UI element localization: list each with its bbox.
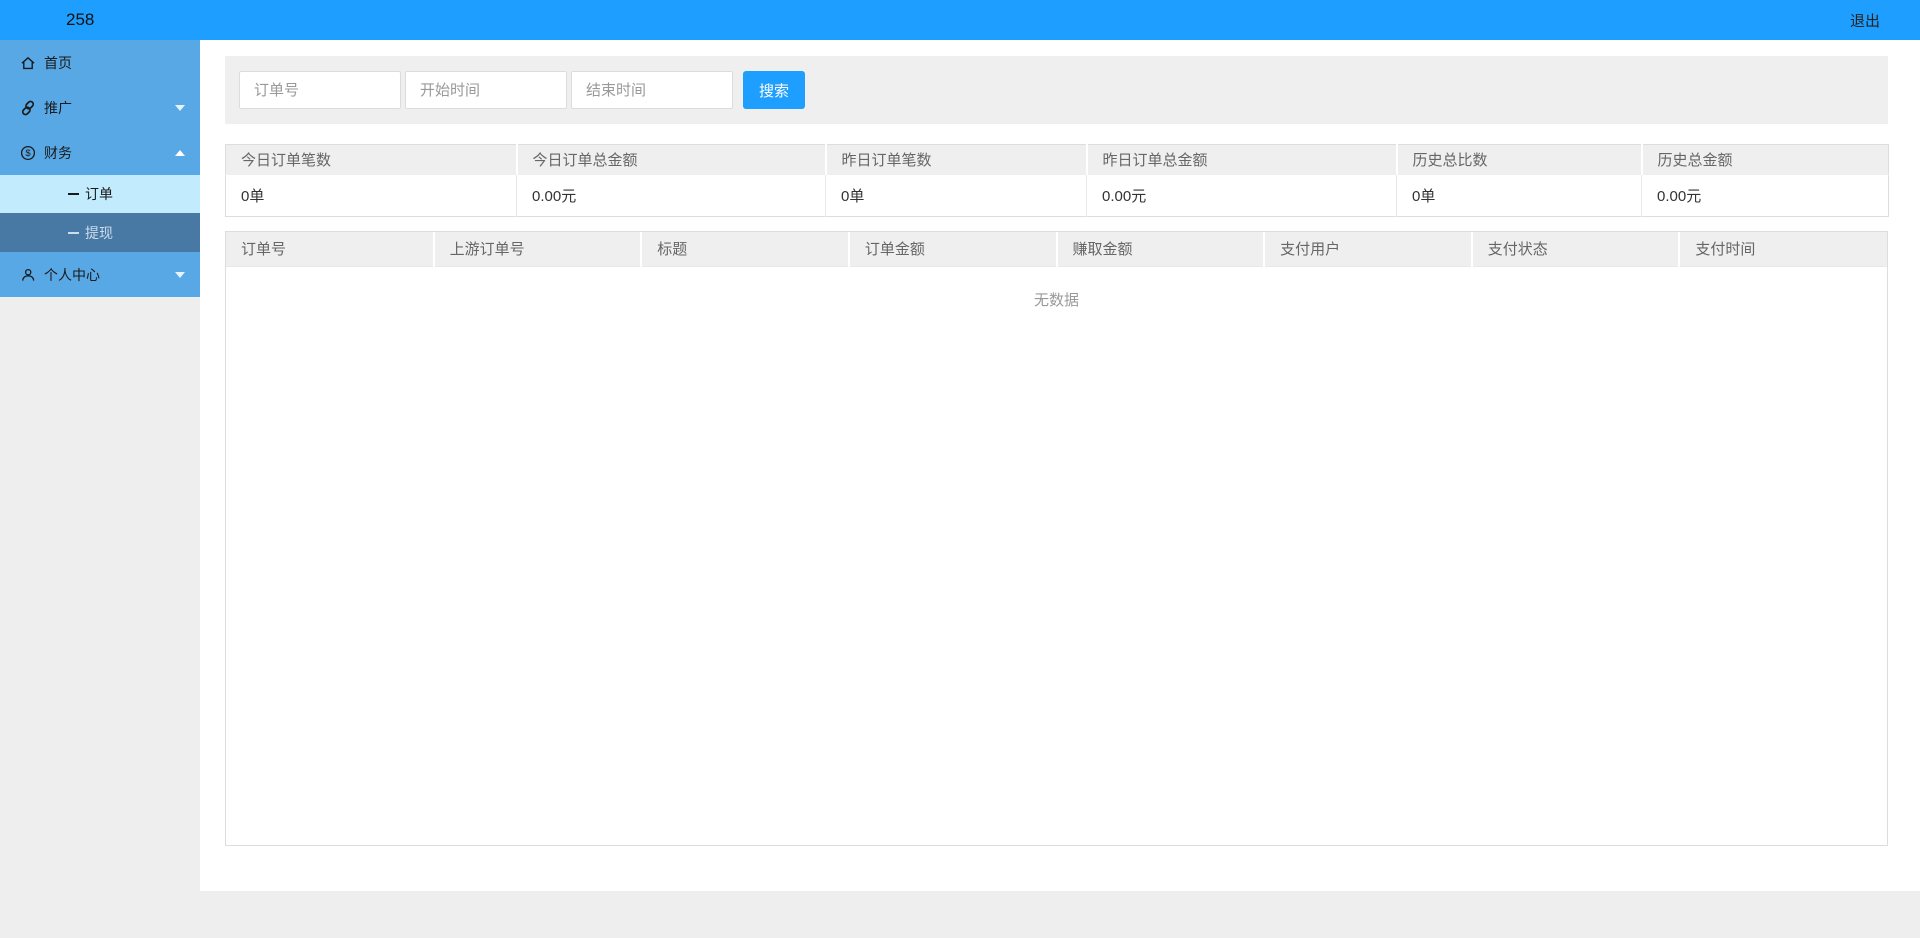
sidebar-item-label: 财务 bbox=[44, 144, 72, 161]
search-panel: 搜索 bbox=[225, 56, 1888, 124]
sidebar: 首页 推广 $ 财务 订单 提现 个人中心 bbox=[0, 40, 200, 891]
orders-header: 标题 bbox=[641, 232, 850, 267]
orders-header: 支付状态 bbox=[1471, 232, 1681, 267]
orders-header: 订单金额 bbox=[848, 232, 1058, 267]
stats-value: 0单 bbox=[1396, 174, 1642, 217]
orders-header: 上游订单号 bbox=[433, 232, 643, 267]
sidebar-item-label: 提现 bbox=[85, 224, 113, 241]
chevron-down-icon bbox=[175, 271, 185, 278]
chevron-down-icon bbox=[175, 104, 185, 111]
sidebar-item-withdraw[interactable]: 提现 bbox=[0, 213, 200, 252]
topbar: 258 退出 bbox=[0, 0, 1920, 40]
stats-value: 0单 bbox=[225, 174, 517, 217]
chevron-up-icon bbox=[175, 149, 185, 156]
stats-value-row: 0单 0.00元 0单 0.00元 0单 0.00元 bbox=[225, 174, 1889, 217]
sidebar-item-orders[interactable]: 订单 bbox=[0, 175, 200, 213]
orders-header: 支付时间 bbox=[1679, 232, 1887, 267]
link-icon bbox=[20, 100, 36, 116]
start-time-input[interactable] bbox=[405, 71, 567, 109]
stats-header: 昨日订单总金额 bbox=[1086, 144, 1398, 175]
orders-table: 订单号 上游订单号 标题 订单金额 赚取金额 支付用户 支付状态 支付时间 bbox=[226, 232, 1887, 267]
dash-icon bbox=[68, 193, 79, 195]
stats-value: 0.00元 bbox=[516, 174, 826, 217]
order-no-input[interactable] bbox=[239, 71, 401, 109]
sidebar-item-label: 首页 bbox=[44, 54, 72, 71]
end-time-input[interactable] bbox=[571, 71, 733, 109]
stats-header-row: 今日订单笔数 今日订单总金额 昨日订单笔数 昨日订单总金额 历史总比数 历史总金… bbox=[225, 144, 1889, 175]
sidebar-item-label: 推广 bbox=[44, 99, 72, 116]
brand-text: 258 bbox=[66, 10, 95, 29]
finance-icon: $ bbox=[20, 145, 36, 161]
stats-header: 昨日订单笔数 bbox=[825, 144, 1088, 175]
empty-data-text: 无数据 bbox=[1033, 291, 1079, 309]
stats-header: 今日订单总金额 bbox=[516, 144, 827, 175]
stats-header: 历史总比数 bbox=[1396, 144, 1643, 175]
stats-value: 0.00元 bbox=[1641, 174, 1889, 217]
stats-value: 0.00元 bbox=[1086, 174, 1397, 217]
user-icon bbox=[20, 267, 36, 283]
orders-header-row: 订单号 上游订单号 标题 订单金额 赚取金额 支付用户 支付状态 支付时间 bbox=[226, 232, 1887, 267]
main-content: 搜索 今日订单笔数 今日订单总金额 昨日订单笔数 昨日订单总金额 历史总比数 历… bbox=[200, 40, 1920, 891]
sidebar-item-profile[interactable]: 个人中心 bbox=[0, 252, 200, 297]
sidebar-item-home[interactable]: 首页 bbox=[0, 40, 200, 85]
sidebar-item-finance[interactable]: $ 财务 bbox=[0, 130, 200, 175]
sidebar-item-promotion[interactable]: 推广 bbox=[0, 85, 200, 130]
stats-value: 0单 bbox=[825, 174, 1087, 217]
sidebar-item-label: 订单 bbox=[85, 186, 113, 202]
stats-header: 历史总金额 bbox=[1641, 144, 1889, 175]
stats-table: 今日订单笔数 今日订单总金额 昨日订单笔数 昨日订单总金额 历史总比数 历史总金… bbox=[225, 144, 1889, 217]
logout-button[interactable]: 退出 bbox=[1850, 10, 1880, 31]
search-button[interactable]: 搜索 bbox=[743, 71, 805, 109]
svg-text:$: $ bbox=[25, 148, 31, 159]
home-icon bbox=[20, 55, 36, 71]
dash-icon bbox=[68, 231, 79, 234]
sidebar-item-label: 个人中心 bbox=[44, 266, 100, 283]
orders-header: 赚取金额 bbox=[1056, 232, 1266, 267]
orders-header: 订单号 bbox=[226, 232, 435, 267]
orders-table-container: 订单号 上游订单号 标题 订单金额 赚取金额 支付用户 支付状态 支付时间 无数… bbox=[225, 231, 1888, 846]
orders-header: 支付用户 bbox=[1264, 232, 1473, 267]
stats-header: 今日订单笔数 bbox=[225, 144, 518, 175]
